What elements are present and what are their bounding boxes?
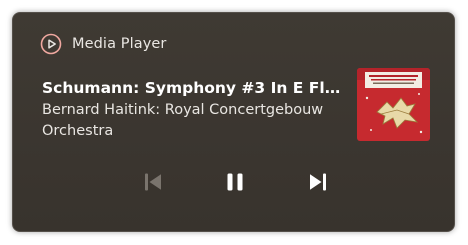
playback-controls — [13, 165, 454, 199]
media-player-header: Media Player — [40, 32, 166, 56]
play-circle-icon — [40, 33, 62, 55]
previous-button[interactable] — [136, 165, 170, 199]
skip-previous-icon — [145, 173, 161, 191]
app-title: Media Player — [72, 36, 167, 52]
skip-next-icon — [310, 173, 326, 191]
media-player-flyout: Media Player Schumann: Symphony #3 In E … — [12, 12, 455, 232]
pause-button[interactable] — [218, 165, 252, 199]
track-artist: Bernard Haitink: Royal Concertgebouw Orc… — [42, 102, 324, 139]
track-title: Schumann: Symphony #3 In E Flat,... — [42, 79, 342, 97]
next-button[interactable] — [301, 165, 335, 199]
pause-icon — [227, 173, 243, 191]
album-art[interactable] — [357, 68, 430, 141]
